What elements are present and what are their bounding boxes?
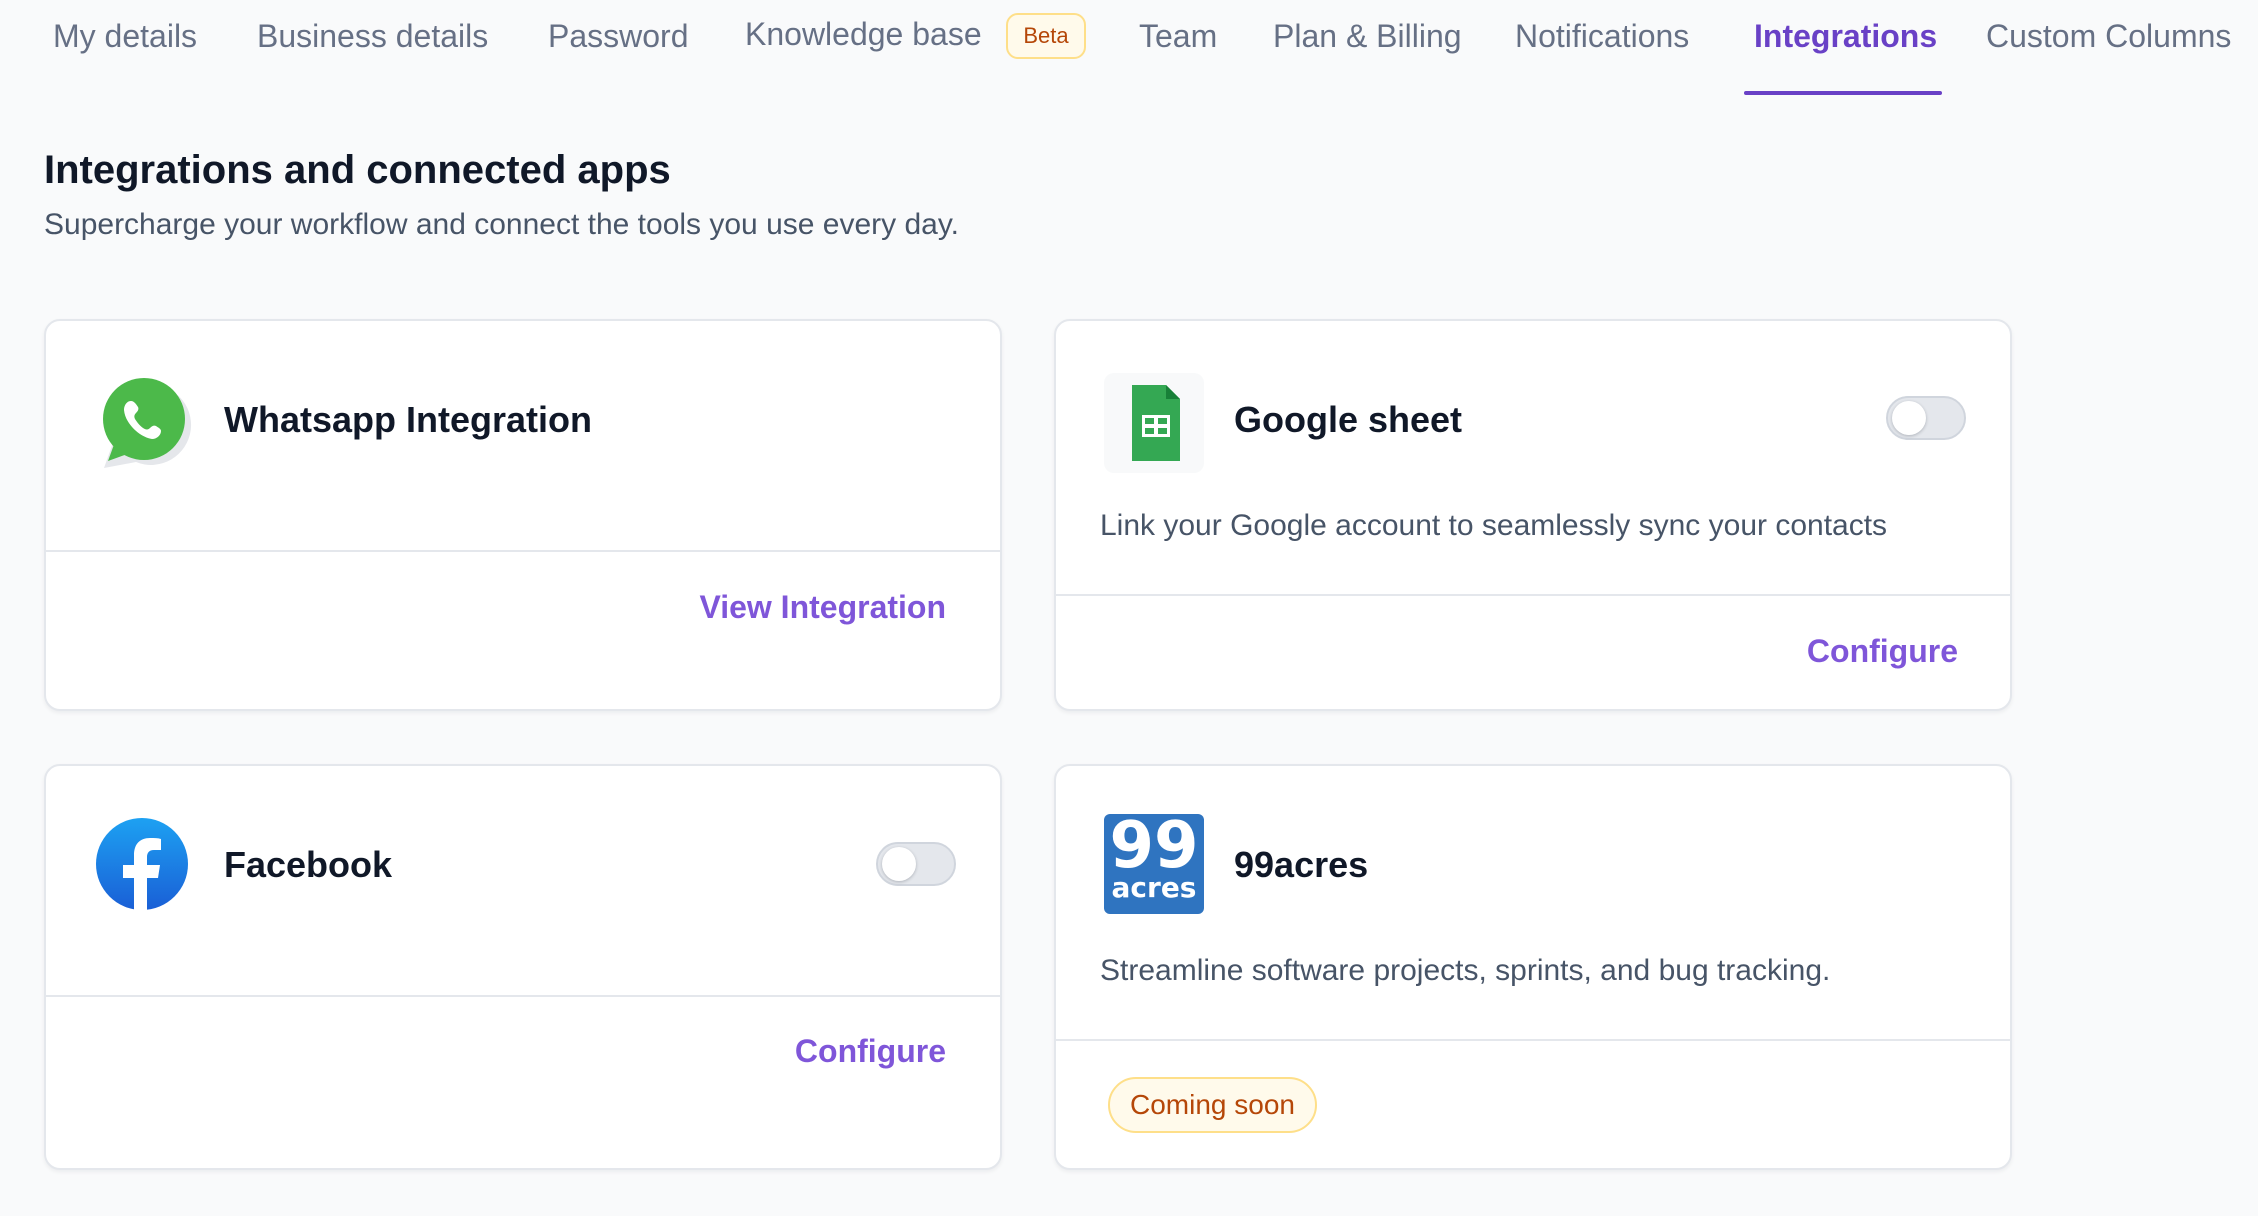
card-divider [46,995,1000,997]
99acres-title: 99acres [1234,844,1369,885]
tab-my-details[interactable]: My details [53,14,197,64]
active-tab-indicator [1744,91,1942,95]
facebook-configure-link[interactable]: Configure [795,1033,946,1070]
tab-business-details[interactable]: Business details [257,14,488,64]
facebook-icon [94,816,194,916]
facebook-title: Facebook [224,844,393,885]
tab-custom-columns[interactable]: Custom Columns [1986,14,2231,64]
toggle-knob [882,847,916,881]
google-sheet-card: Google sheet Link your Google account to… [1054,319,2012,711]
tab-plan-billing[interactable]: Plan & Billing [1273,14,1462,64]
coming-soon-badge: Coming soon [1108,1077,1317,1133]
tab-integrations[interactable]: Integrations [1754,14,1937,64]
99acres-card: 99 acres 99acres Streamline software pro… [1054,764,2012,1170]
settings-tabs: My details Business details Password Kno… [0,0,2258,98]
99acres-description: Streamline software projects, sprints, a… [1100,954,1831,987]
whatsapp-title: Whatsapp Integration [224,399,592,440]
settings-page: My details Business details Password Kno… [0,0,2258,1216]
google-sheet-toggle[interactable] [1886,396,1966,440]
google-sheet-title: Google sheet [1234,399,1463,440]
page-subtitle: Supercharge your workflow and connect th… [44,208,959,241]
toggle-knob [1892,401,1926,435]
card-divider [1056,594,2010,596]
google-sheet-configure-link[interactable]: Configure [1807,633,1958,670]
card-divider [46,550,1000,552]
google-sheet-description: Link your Google account to seamlessly s… [1100,509,1888,542]
page-title: Integrations and connected apps [44,148,671,192]
tab-notifications[interactable]: Notifications [1515,14,1689,64]
facebook-card: Facebook Configure [44,764,1002,1170]
whatsapp-integration-card: Whatsapp Integration View Integration [44,319,1002,711]
99acres-logo-text: acres [1111,871,1197,904]
99acres-logo: 99 acres [1104,814,1204,914]
facebook-toggle[interactable] [876,842,956,886]
beta-badge: Beta [1006,13,1086,59]
whatsapp-icon [94,373,194,473]
tab-knowledge-base[interactable]: Knowledge base [745,12,982,62]
view-integration-link[interactable]: View Integration [699,589,946,626]
tab-password[interactable]: Password [548,14,689,64]
card-divider [1056,1039,2010,1041]
tab-team[interactable]: Team [1139,14,1217,64]
google-sheets-icon [1104,373,1204,473]
